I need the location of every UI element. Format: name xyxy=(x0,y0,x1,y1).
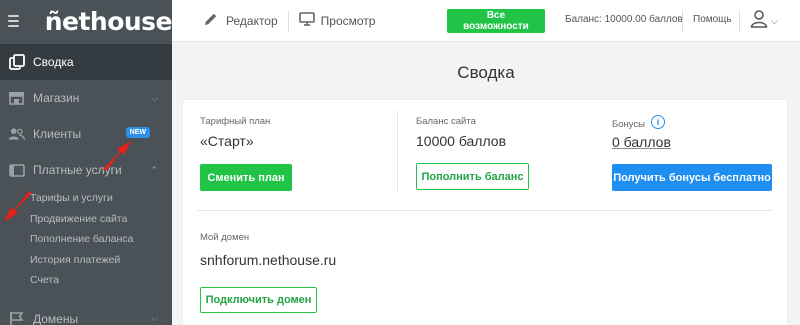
submenu-item-payment-history[interactable]: История платежей xyxy=(30,250,172,271)
divider xyxy=(397,110,398,192)
logo-bar: ñethouse xyxy=(0,0,173,42)
change-plan-button[interactable]: Сменить план xyxy=(200,164,292,191)
sidebar-item-domains[interactable]: Домены ⌵ xyxy=(0,301,172,325)
bonuses-value-link[interactable]: 0 баллов xyxy=(612,134,671,150)
sidebar-item-summary[interactable]: Сводка xyxy=(0,44,172,80)
nethouse-logo[interactable]: ñethouse xyxy=(45,7,173,36)
paid-services-submenu: Тарифы и услуги Продвижение сайта Пополн… xyxy=(0,188,172,291)
top-up-balance-button[interactable]: Пополнить баланс xyxy=(416,163,529,190)
submenu-item-invoices[interactable]: Счета xyxy=(30,270,172,291)
balance-indicator: Баланс: 10000.00 баллов xyxy=(565,14,683,25)
copy-pages-icon xyxy=(8,54,25,71)
chevron-down-icon: ⌵ xyxy=(151,313,158,323)
bonuses-label: Бонусы xyxy=(612,119,645,130)
sidebar-item-shop[interactable]: Магазин ⌵ xyxy=(0,80,172,116)
site-balance-label: Баланс сайта xyxy=(416,116,476,127)
wallet-icon xyxy=(8,162,25,179)
plan-value: «Старт» xyxy=(200,133,254,149)
preview-label: Просмотр xyxy=(320,13,376,28)
domain-label: Мой домен xyxy=(200,232,250,243)
main-content: Сводка Тарифный план «Старт» Сменить пла… xyxy=(172,43,800,325)
divider xyxy=(739,10,740,32)
shop-icon xyxy=(8,90,25,107)
divider xyxy=(682,10,683,32)
flag-icon xyxy=(8,310,25,325)
new-badge: NEW xyxy=(125,127,150,138)
sidebar-item-label: Платные услуги xyxy=(33,163,122,177)
chevron-up-icon: ⌃ xyxy=(150,164,158,175)
user-menu[interactable]: ⌵ xyxy=(750,9,778,34)
chevron-down-icon: ⌵ xyxy=(151,92,158,103)
pencil-icon xyxy=(204,12,218,29)
all-features-button[interactable]: Все возможности xyxy=(447,9,545,33)
sidebar-item-label: Магазин xyxy=(33,91,80,105)
sidebar-item-label: Клиенты xyxy=(33,127,82,141)
preview-button[interactable]: Просмотр xyxy=(298,12,376,29)
submenu-item-top-up[interactable]: Пополнение баланса xyxy=(30,229,172,250)
get-free-bonuses-button[interactable]: Получить бонусы бесплатно xyxy=(612,164,772,191)
summary-card: Тарифный план «Старт» Сменить план Балан… xyxy=(182,99,788,325)
users-icon xyxy=(8,126,25,143)
site-balance-value: 10000 баллов xyxy=(416,133,507,149)
info-icon[interactable]: i xyxy=(651,115,665,129)
editor-label: Редактор xyxy=(226,13,278,28)
chevron-down-icon: ⌵ xyxy=(771,16,778,26)
plan-label: Тарифный план xyxy=(200,116,271,127)
page-title: Сводка xyxy=(457,63,515,82)
sidebar-item-label: Домены xyxy=(33,311,79,325)
divider xyxy=(197,210,773,211)
help-link[interactable]: Помощь xyxy=(693,14,732,25)
sidebar-item-paid-services[interactable]: Платные услуги ⌃ xyxy=(0,152,172,188)
user-icon xyxy=(750,9,770,34)
hamburger-menu-icon[interactable] xyxy=(8,15,19,27)
editor-button[interactable]: Редактор xyxy=(204,12,278,29)
submenu-item-promotion[interactable]: Продвижение сайта xyxy=(30,209,172,230)
monitor-icon xyxy=(298,12,315,29)
sidebar: ñethouse Сводка Магазин ⌵ Клиенты NEW Пл… xyxy=(0,0,173,325)
submenu-item-tariffs[interactable]: Тарифы и услуги xyxy=(30,188,172,209)
sidebar-item-clients[interactable]: Клиенты NEW xyxy=(0,116,172,152)
top-bar: Редактор Просмотр Все возможности Баланс… xyxy=(172,0,800,42)
sidebar-item-label: Сводка xyxy=(33,55,74,69)
divider xyxy=(287,9,289,32)
connect-domain-button[interactable]: Подключить домен xyxy=(200,287,317,313)
domain-value: snhforum.nethouse.ru xyxy=(200,252,337,268)
